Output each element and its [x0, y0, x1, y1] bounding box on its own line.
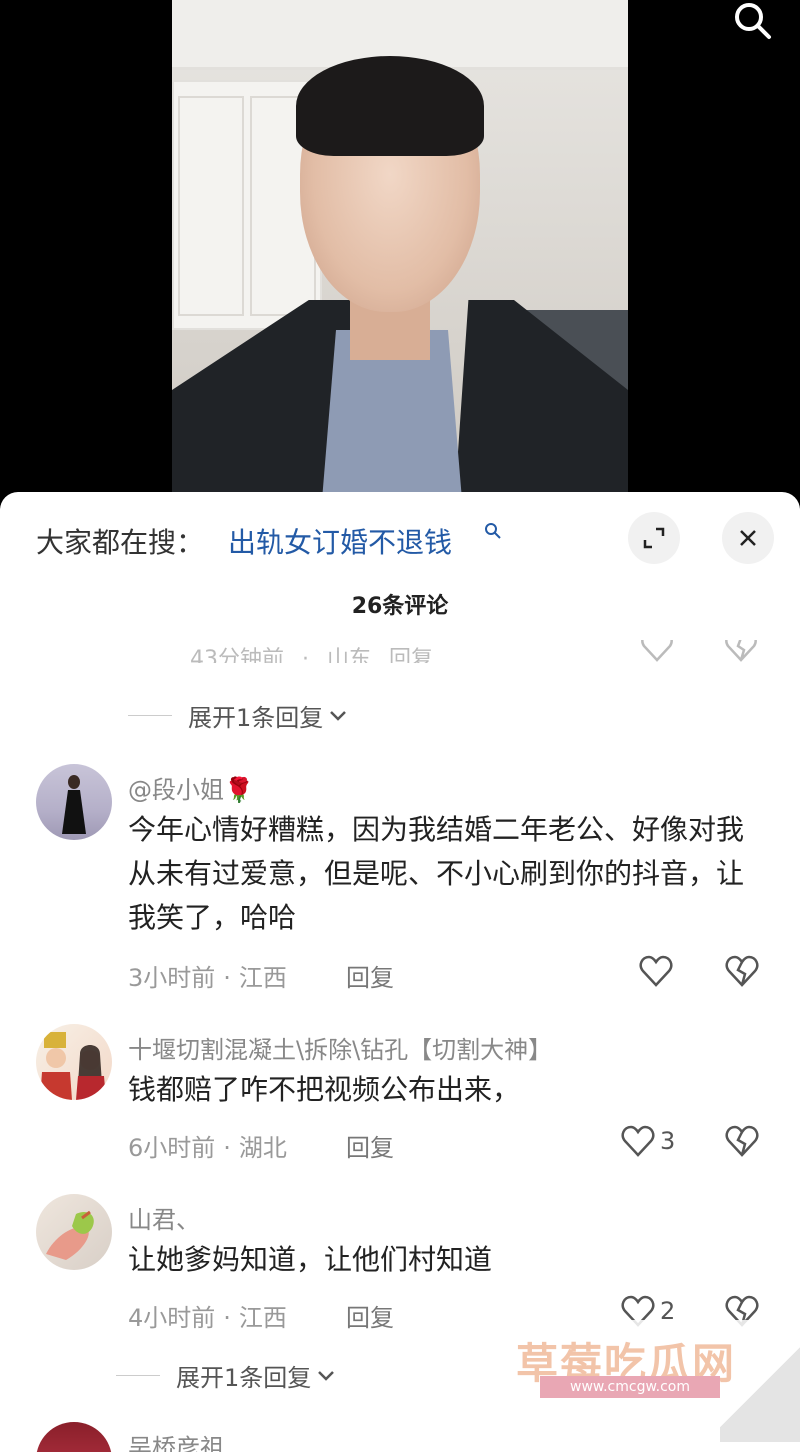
- dislike-icon[interactable]: [724, 640, 758, 668]
- broken-heart-icon: [725, 1125, 759, 1157]
- expand-button[interactable]: [628, 512, 680, 564]
- expand-replies-button[interactable]: 展开1条回复: [116, 1358, 335, 1393]
- avatar-image: [46, 1210, 94, 1260]
- dot-separator: ·: [223, 1134, 231, 1162]
- comment-username[interactable]: 山君、: [128, 1200, 200, 1235]
- hot-search-link[interactable]: 出轨女订婚不退钱: [228, 521, 452, 561]
- dot-separator: ·: [223, 964, 231, 992]
- comment-sheet: 大家都在搜： 出轨女订婚不退钱 26条评论 43分钟前 · 山东 回复 展开1条回复: [0, 492, 800, 1452]
- heart-icon: [621, 1125, 655, 1157]
- comment-text: 让她爹妈知道，让他们村知道: [128, 1243, 493, 1276]
- reply-button[interactable]: 回复: [346, 958, 394, 993]
- chevron-down-icon: [330, 710, 347, 721]
- comment-location: 湖北: [238, 1134, 287, 1162]
- reply-button[interactable]: 回复: [346, 1128, 394, 1163]
- avatar-image: [62, 775, 86, 834]
- comment-username[interactable]: @段小姐🌹: [128, 770, 254, 805]
- search-icon[interactable]: [484, 522, 502, 540]
- dislike-button[interactable]: [724, 1124, 760, 1162]
- divider: [116, 1375, 160, 1376]
- watermark-url: www.cmcgw.com: [540, 1376, 720, 1398]
- comment-username[interactable]: 吴桥彦祖: [128, 1428, 224, 1452]
- reply-button[interactable]: 回复: [389, 647, 433, 663]
- comment-location: 江西: [238, 1304, 287, 1332]
- video-player[interactable]: [0, 0, 800, 492]
- video-frame: [172, 0, 628, 492]
- comment-location: 江西: [238, 964, 287, 992]
- comment-count: 26条评论: [351, 594, 449, 619]
- avatar[interactable]: [36, 1024, 112, 1100]
- expand-replies-label: 展开1条回复: [188, 704, 324, 732]
- expand-replies-button[interactable]: 展开1条回复: [128, 698, 347, 733]
- close-button[interactable]: [722, 512, 774, 564]
- comment-time: 3小时前: [128, 964, 216, 992]
- comment-meta-partial: 43分钟前 · 山东 回复: [190, 641, 451, 663]
- dot-separator: ·: [302, 647, 309, 663]
- expand-replies-label: 展开1条回复: [176, 1364, 312, 1392]
- avatar[interactable]: [36, 1194, 112, 1270]
- search-icon[interactable]: [732, 2, 772, 42]
- dot-separator: ·: [223, 1304, 231, 1332]
- cabinet-door: [178, 96, 244, 316]
- avatar[interactable]: [36, 764, 112, 840]
- divider: [128, 715, 172, 716]
- heart-icon: [639, 955, 673, 987]
- comment-text: 钱都赔了咋不把视频公布出来，: [128, 1073, 521, 1106]
- like-button[interactable]: [638, 954, 674, 988]
- comment-location: 山东: [327, 647, 372, 663]
- chevron-down-icon: [318, 1370, 335, 1381]
- avatar[interactable]: [36, 1422, 112, 1452]
- hot-search-label: 大家都在搜：: [36, 526, 205, 559]
- comment-meta: 6小时前 · 湖北: [128, 1128, 287, 1163]
- like-button[interactable]: 3: [620, 1124, 675, 1158]
- expand-icon: [643, 527, 665, 549]
- broken-heart-icon: [725, 955, 759, 987]
- avatar-image: [40, 1032, 106, 1100]
- comment-username[interactable]: 十堰切割混凝土\拆除\钻孔【切割大神】: [128, 1030, 552, 1065]
- comment-meta: 4小时前 · 江西: [128, 1298, 287, 1333]
- like-icon[interactable]: [640, 640, 674, 668]
- comment-time: 43分钟前: [190, 647, 284, 663]
- close-icon: [740, 530, 756, 546]
- comment-meta: 3小时前 · 江西: [128, 958, 287, 993]
- comment-text: 今年心情好糟糕，因为我结婚二年老公、好像对我从未有过爱意，但是呢、不小心刷到你的…: [128, 813, 745, 934]
- person-hair: [296, 56, 484, 156]
- comment-time: 4小时前: [128, 1304, 216, 1332]
- comment-time: 6小时前: [128, 1134, 216, 1162]
- like-count: 3: [660, 1127, 676, 1155]
- dislike-button[interactable]: [724, 954, 760, 992]
- reply-button[interactable]: 回复: [346, 1298, 394, 1333]
